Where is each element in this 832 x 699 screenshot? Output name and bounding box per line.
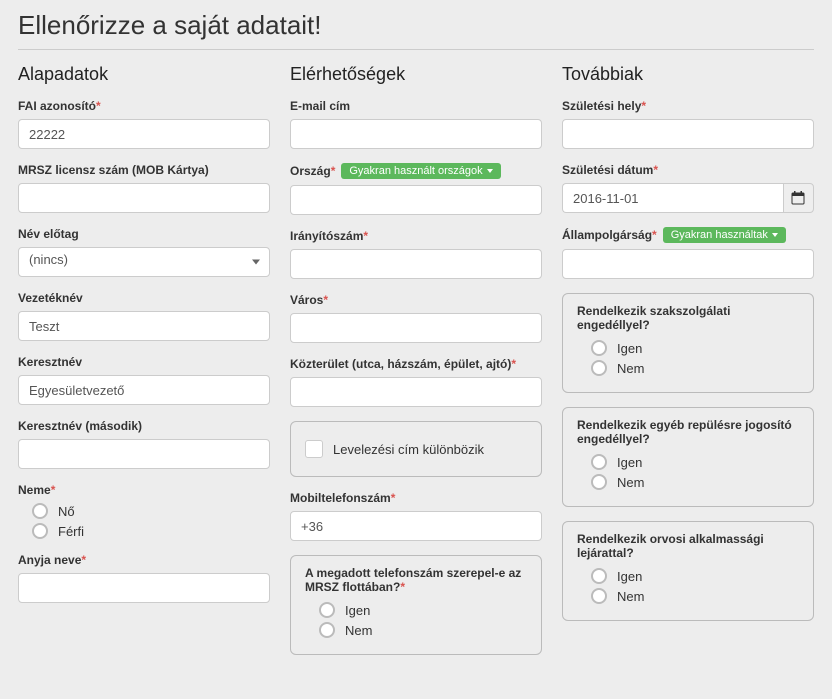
- birthdate-input[interactable]: [562, 183, 783, 213]
- calendar-icon: [791, 191, 805, 205]
- fleet-yes-radio[interactable]: Igen: [319, 602, 527, 618]
- email-input[interactable]: [290, 119, 542, 149]
- radio-icon: [32, 503, 48, 519]
- gender-male-radio[interactable]: Férfi: [32, 523, 270, 539]
- radio-icon: [591, 474, 607, 490]
- page-title: Ellenőrizze a saját adatait!: [18, 10, 814, 41]
- service-permit-question: Rendelkezik szakszolgálati engedéllyel?: [577, 304, 799, 332]
- medical-no-label: Nem: [617, 589, 644, 604]
- firstname-label: Keresztnév: [18, 355, 270, 369]
- radio-icon: [591, 340, 607, 356]
- radio-icon: [591, 454, 607, 470]
- other-permit-question: Rendelkezik egyéb repülésre jogosító eng…: [577, 418, 799, 446]
- firstname2-input[interactable]: [18, 439, 270, 469]
- medical-yes-label: Igen: [617, 569, 642, 584]
- more-column: Továbbiak Születési hely Születési dátum…: [562, 64, 814, 669]
- fleet-no-label: Nem: [345, 623, 372, 638]
- datepicker-button[interactable]: [783, 183, 814, 213]
- contact-column: Elérhetőségek E-mail cím Ország Gyakran …: [290, 64, 542, 669]
- firstname2-label: Keresztnév (második): [18, 419, 270, 433]
- basics-column: Alapadatok FAI azonosító MRSZ licensz sz…: [18, 64, 270, 669]
- citizenship-input[interactable]: [562, 249, 814, 279]
- fai-label: FAI azonosító: [18, 99, 270, 113]
- service-permit-no-radio[interactable]: Nem: [591, 360, 799, 376]
- lastname-label: Vezetéknév: [18, 291, 270, 305]
- radio-icon: [591, 568, 607, 584]
- mrsz-input[interactable]: [18, 183, 270, 213]
- city-label: Város: [290, 293, 542, 307]
- mobile-input[interactable]: [290, 511, 542, 541]
- street-label: Közterület (utca, házszám, épület, ajtó): [290, 357, 542, 371]
- fleet-no-radio[interactable]: Nem: [319, 622, 527, 638]
- gender-male-label: Férfi: [58, 524, 84, 539]
- medical-yes-radio[interactable]: Igen: [591, 568, 799, 584]
- gender-female-label: Nő: [58, 504, 75, 519]
- firstname-input[interactable]: [18, 375, 270, 405]
- medical-question: Rendelkezik orvosi alkalmassági lejáratt…: [577, 532, 799, 560]
- medical-no-radio[interactable]: Nem: [591, 588, 799, 604]
- gender-female-radio[interactable]: Nő: [32, 503, 270, 519]
- birthplace-label: Születési hely: [562, 99, 814, 113]
- prefix-label: Név előtag: [18, 227, 270, 241]
- radio-icon: [591, 360, 607, 376]
- lastname-input[interactable]: [18, 311, 270, 341]
- basics-heading: Alapadatok: [18, 64, 270, 85]
- mrsz-label: MRSZ licensz szám (MOB Kártya): [18, 163, 270, 177]
- country-quick-badge[interactable]: Gyakran használt országok: [341, 163, 500, 179]
- other-permit-yes-label: Igen: [617, 455, 642, 470]
- other-permit-no-label: Nem: [617, 475, 644, 490]
- citizenship-quick-badge[interactable]: Gyakran használtak: [663, 227, 786, 243]
- country-label: Ország: [290, 164, 335, 178]
- birthplace-input[interactable]: [562, 119, 814, 149]
- email-label: E-mail cím: [290, 99, 542, 113]
- mobile-label: Mobiltelefonszám: [290, 491, 542, 505]
- fleet-yes-label: Igen: [345, 603, 370, 618]
- zip-input[interactable]: [290, 249, 542, 279]
- street-input[interactable]: [290, 377, 542, 407]
- gender-label: Neme: [18, 483, 270, 497]
- service-permit-no-label: Nem: [617, 361, 644, 376]
- fleet-question: A megadott telefonszám szerepel-e az MRS…: [305, 566, 521, 594]
- radio-icon: [591, 588, 607, 604]
- radio-icon: [319, 602, 335, 618]
- prefix-select[interactable]: (nincs): [18, 247, 270, 277]
- mothername-label: Anyja neve: [18, 553, 270, 567]
- radio-icon: [32, 523, 48, 539]
- other-permit-yes-radio[interactable]: Igen: [591, 454, 799, 470]
- more-heading: Továbbiak: [562, 64, 814, 85]
- citizenship-label: Állampolgárság: [562, 228, 657, 242]
- divider: [18, 49, 814, 50]
- mothername-input[interactable]: [18, 573, 270, 603]
- checkbox-icon: [305, 440, 323, 458]
- service-permit-yes-radio[interactable]: Igen: [591, 340, 799, 356]
- other-permit-no-radio[interactable]: Nem: [591, 474, 799, 490]
- birthdate-label: Születési dátum: [562, 163, 814, 177]
- city-input[interactable]: [290, 313, 542, 343]
- country-input[interactable]: [290, 185, 542, 215]
- mailing-differs-label: Levelezési cím különbözik: [333, 442, 484, 457]
- service-permit-yes-label: Igen: [617, 341, 642, 356]
- fai-input[interactable]: [18, 119, 270, 149]
- radio-icon: [319, 622, 335, 638]
- contact-heading: Elérhetőségek: [290, 64, 542, 85]
- mailing-differs-checkbox[interactable]: Levelezési cím különbözik: [305, 440, 527, 458]
- zip-label: Irányítószám: [290, 229, 542, 243]
